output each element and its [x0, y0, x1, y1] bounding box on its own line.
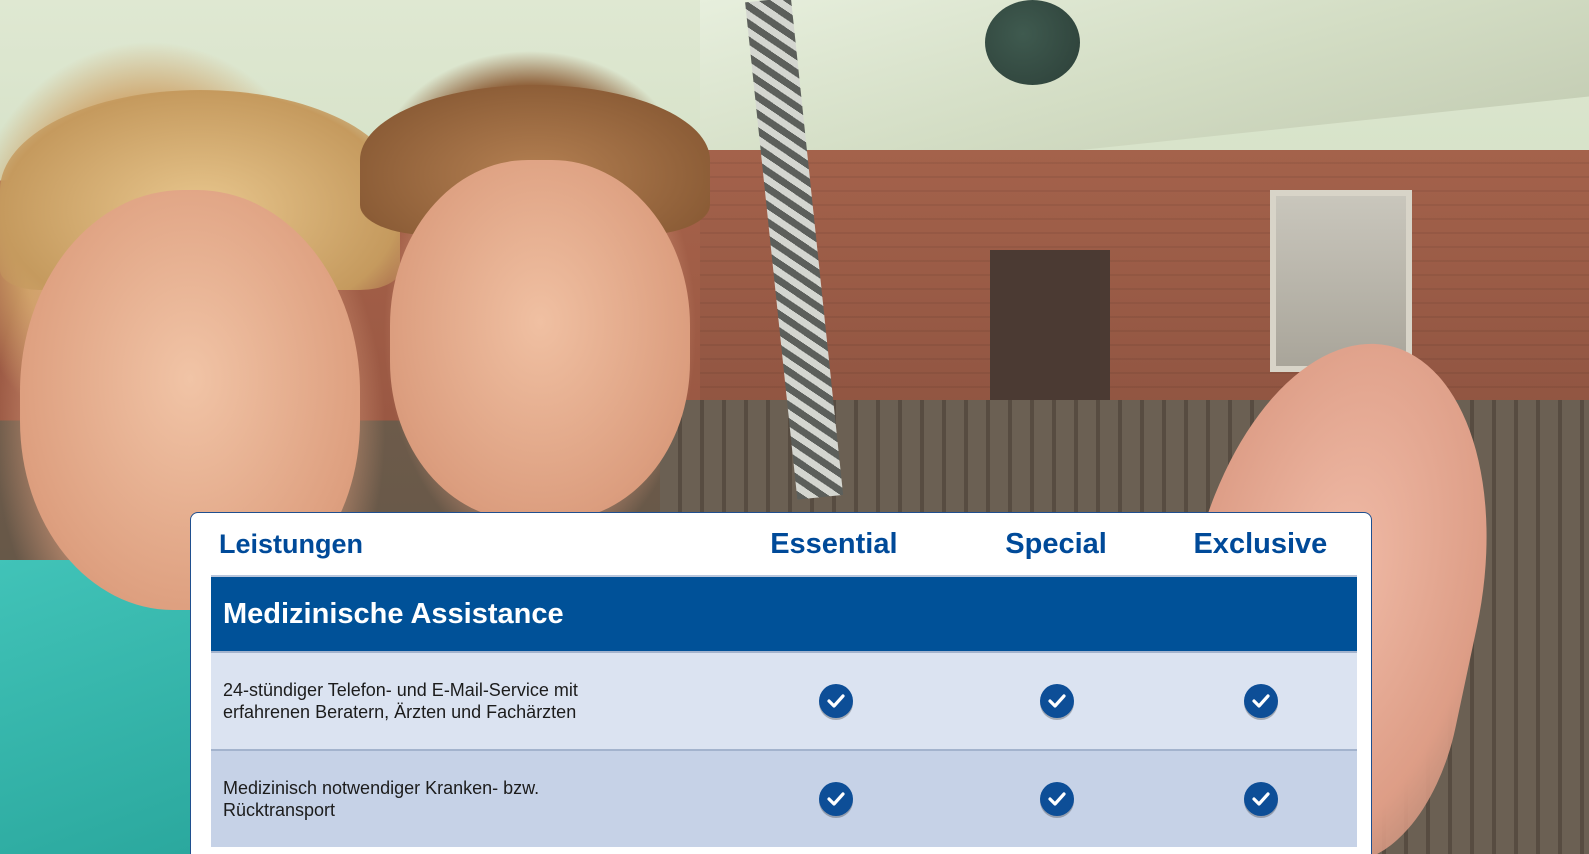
row-description: 24-stündiger Telefon- und E-Mail-Service… — [223, 680, 578, 722]
cell-special — [950, 782, 1165, 816]
hero-photo: Leistungen Essential Special Exclusive M… — [0, 0, 1589, 854]
cell-exclusive — [1164, 684, 1357, 718]
background-window — [1270, 190, 1412, 372]
column-header-essential: Essential — [770, 527, 898, 560]
table-header: Leistungen Essential Special Exclusive — [211, 513, 1357, 575]
cell-exclusive — [1164, 782, 1357, 816]
cell-essential — [722, 782, 950, 816]
check-circle-icon — [1243, 782, 1278, 816]
table-row: 24-stündiger Telefon- und E-Mail-Service… — [211, 651, 1357, 749]
check-circle-icon — [1243, 684, 1278, 718]
check-circle-icon — [1040, 782, 1075, 816]
check-circle-icon — [818, 684, 853, 718]
check-circle-icon — [1040, 684, 1075, 718]
background-satellite-dish — [985, 0, 1080, 85]
cell-essential — [722, 684, 950, 718]
column-header-exclusive: Exclusive — [1193, 527, 1328, 560]
cell-special — [950, 684, 1165, 718]
background-brick-wall — [700, 150, 1589, 430]
column-header-benefits: Leistungen — [219, 528, 364, 559]
section-header-medical-assistance: Medizinische Assistance — [211, 575, 1357, 651]
benefits-table: Leistungen Essential Special Exclusive M… — [190, 512, 1372, 854]
row-description: Medizinisch notwendiger Kranken- bzw. Rü… — [223, 778, 540, 820]
background-window — [990, 250, 1110, 420]
check-circle-icon — [818, 782, 853, 816]
table-row: Medizinisch notwendiger Kranken- bzw. Rü… — [211, 749, 1357, 847]
boy-face — [390, 160, 690, 520]
column-header-special: Special — [1005, 527, 1107, 560]
